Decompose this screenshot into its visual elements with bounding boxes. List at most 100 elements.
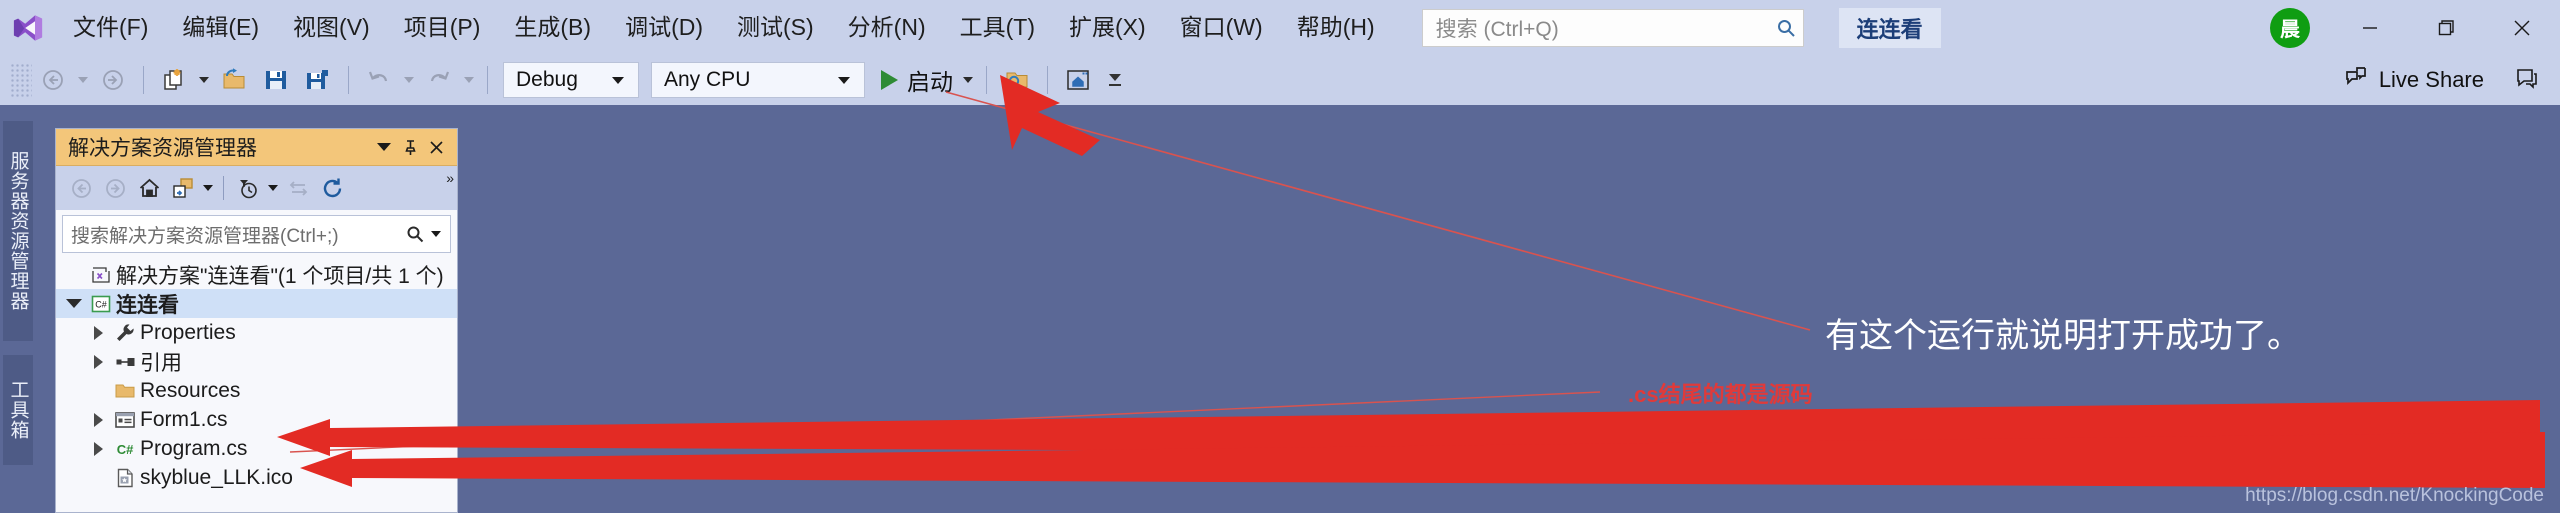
toolbar-overflow-icon[interactable]: » xyxy=(446,170,454,186)
solution-name-button[interactable]: 连连看 xyxy=(1838,7,1941,48)
menu-item-window[interactable]: 窗口(W) xyxy=(1163,0,1280,55)
save-icon[interactable] xyxy=(255,61,297,99)
wrench-icon xyxy=(110,322,140,344)
solution-configuration-dropdown[interactable]: Debug xyxy=(503,62,639,98)
ico-file-icon xyxy=(110,467,140,489)
back-icon[interactable] xyxy=(64,171,98,205)
redo-icon[interactable] xyxy=(418,61,460,99)
menu-item-project[interactable]: 项目(P) xyxy=(387,0,498,55)
tree-expander-closed[interactable] xyxy=(86,413,110,427)
solution-icon xyxy=(86,264,116,286)
tree-expander-open[interactable] xyxy=(62,299,86,308)
toolbar-separator xyxy=(143,66,144,94)
switch-views-icon[interactable] xyxy=(166,171,200,205)
tree-expander-closed[interactable] xyxy=(86,355,110,369)
menu-item-test[interactable]: 测试(S) xyxy=(720,0,831,55)
search-options-chevron-down-icon[interactable] xyxy=(428,231,450,237)
toolbar-separator xyxy=(348,66,349,94)
solution-platform-dropdown[interactable]: Any CPU xyxy=(651,62,865,98)
search-icon xyxy=(1769,11,1803,45)
send-feedback-icon[interactable] xyxy=(2514,65,2540,96)
save-all-icon[interactable] xyxy=(297,61,339,99)
tree-node-resources[interactable]: Resources xyxy=(56,376,457,405)
tree-node-label: Program.cs xyxy=(140,436,248,460)
live-share-icon xyxy=(2343,65,2369,96)
redo-dropdown[interactable] xyxy=(460,61,478,99)
sync-with-active-document-icon[interactable] xyxy=(281,171,315,205)
tree-node-icon-file[interactable]: skyblue_LLK.ico xyxy=(56,463,457,492)
chevron-down-icon xyxy=(822,77,860,84)
chevron-down-icon xyxy=(596,77,634,84)
tree-expander-closed[interactable] xyxy=(86,326,110,340)
solution-explorer-search-input[interactable]: 搜索解决方案资源管理器(Ctrl+;) xyxy=(62,215,451,253)
start-window-home-icon[interactable] xyxy=(1057,61,1099,99)
tree-node-project[interactable]: C# 连连看 xyxy=(56,289,457,318)
global-search-input[interactable]: 搜索 (Ctrl+Q) xyxy=(1421,8,1804,47)
csharp-file-icon: C# xyxy=(110,438,140,460)
switch-views-dropdown[interactable] xyxy=(200,171,216,205)
tree-node-properties[interactable]: Properties xyxy=(56,318,457,347)
sidebar-tab-toolbox[interactable]: 工具箱 xyxy=(3,355,33,465)
undo-dropdown[interactable] xyxy=(400,61,418,99)
menu-item-debug[interactable]: 调试(D) xyxy=(608,0,720,55)
pending-changes-dropdown[interactable] xyxy=(265,171,281,205)
solution-explorer-toolbar-separator xyxy=(223,176,224,200)
search-folder-icon[interactable] xyxy=(996,61,1038,99)
menu-item-help[interactable]: 帮助(H) xyxy=(1280,0,1392,55)
solution-explorer-title: 解决方案资源管理器 xyxy=(68,137,257,160)
solution-explorer-toolbar: » xyxy=(56,166,457,210)
restore-button[interactable] xyxy=(2408,0,2484,55)
menu-item-extensions[interactable]: 扩展(X) xyxy=(1052,0,1163,55)
tree-node-references[interactable]: 引用 xyxy=(56,347,457,376)
tree-expander-closed[interactable] xyxy=(86,442,110,456)
pending-changes-filter-icon[interactable] xyxy=(231,171,265,205)
toolbar-separator xyxy=(487,66,488,94)
references-icon xyxy=(110,351,140,373)
start-debug-button[interactable]: 启动 xyxy=(871,60,959,100)
visual-studio-logo-icon xyxy=(0,0,56,55)
menu-item-file[interactable]: 文件(F) xyxy=(56,0,165,55)
pin-icon[interactable] xyxy=(397,133,423,161)
menu-item-build[interactable]: 生成(B) xyxy=(497,0,608,55)
forward-icon[interactable] xyxy=(98,171,132,205)
new-project-icon[interactable] xyxy=(153,61,195,99)
navigate-forward-icon[interactable] xyxy=(92,61,134,99)
navigate-backward-dropdown[interactable] xyxy=(74,61,92,99)
menu-bar: 文件(F) 编辑(E) 视图(V) 项目(P) 生成(B) 调试(D) 测试(S… xyxy=(56,0,1392,55)
panel-menu-chevron-down-icon[interactable] xyxy=(371,133,397,161)
sidebar-tab-server-explorer[interactable]: 服务器资源管理器 xyxy=(3,121,33,341)
menu-item-analyze[interactable]: 分析(N) xyxy=(831,0,943,55)
menu-item-view[interactable]: 视图(V) xyxy=(276,0,387,55)
tree-node-label: 引用 xyxy=(140,351,182,375)
global-search-placeholder: 搜索 (Ctrl+Q) xyxy=(1435,17,1559,41)
tree-node-program-cs[interactable]: C# Program.cs xyxy=(56,434,457,463)
solution-explorer-panel: 解决方案资源管理器 » 搜索解决方案资源管理器(Ctrl+;) 解决方案"连连看… xyxy=(55,128,458,513)
close-icon[interactable] xyxy=(423,133,449,161)
menu-item-tools[interactable]: 工具(T) xyxy=(943,0,1052,55)
live-share-button[interactable]: Live Share xyxy=(2331,60,2496,100)
undo-icon[interactable] xyxy=(358,61,400,99)
tree-node-label: 解决方案"连连看"(1 个项目/共 1 个) xyxy=(116,264,444,288)
standard-toolbar: Debug Any CPU 启动 Live Share xyxy=(0,55,2560,105)
svg-text:C#: C# xyxy=(117,442,134,457)
user-avatar[interactable]: 晨 xyxy=(2270,7,2310,48)
play-icon xyxy=(881,70,898,90)
toolbar-separator xyxy=(986,66,987,94)
svg-text:C#: C# xyxy=(95,299,107,309)
toolbar-overflow-button[interactable] xyxy=(1105,61,1125,99)
open-file-icon[interactable] xyxy=(213,61,255,99)
toolbar-drag-handle[interactable] xyxy=(10,63,32,97)
minimize-button[interactable] xyxy=(2332,0,2408,55)
form-icon xyxy=(110,409,140,431)
new-project-dropdown[interactable] xyxy=(195,61,213,99)
menu-item-edit[interactable]: 编辑(E) xyxy=(165,0,276,55)
solution-configuration-value: Debug xyxy=(516,68,578,91)
annotation-cs-note: .cs结尾的都是源码 xyxy=(1628,382,1813,407)
refresh-icon[interactable] xyxy=(315,171,349,205)
close-button[interactable] xyxy=(2484,0,2560,55)
tree-node-form1-cs[interactable]: Form1.cs xyxy=(56,405,457,434)
home-icon[interactable] xyxy=(132,171,166,205)
navigate-backward-icon[interactable] xyxy=(32,61,74,99)
start-debug-dropdown[interactable] xyxy=(959,61,977,99)
tree-node-solution[interactable]: 解决方案"连连看"(1 个项目/共 1 个) xyxy=(56,260,457,289)
